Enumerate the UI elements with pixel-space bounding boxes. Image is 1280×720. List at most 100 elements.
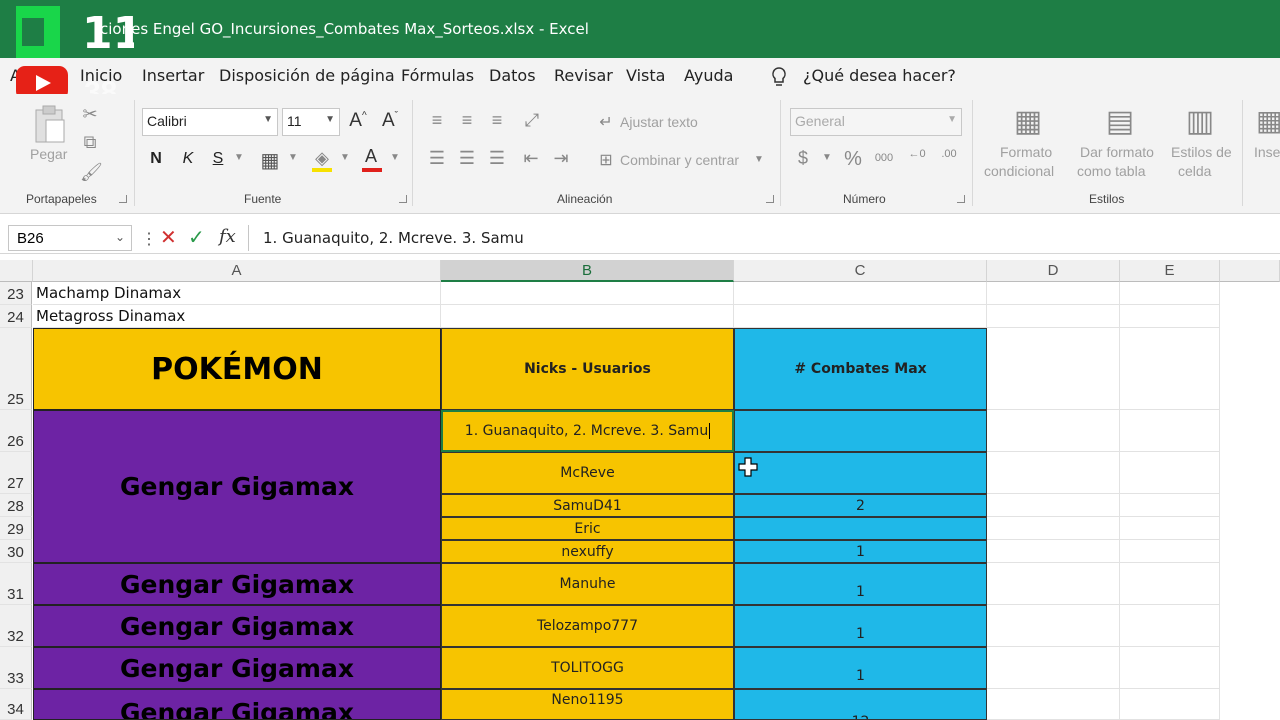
chevron-down-icon[interactable]: ▼ [286,152,300,163]
cell-c29[interactable] [734,517,987,540]
column-header-c[interactable]: C [734,260,987,282]
align-left-icon[interactable]: ☰ [426,148,448,169]
cell-e24[interactable] [1120,305,1220,328]
row-header-28[interactable]: 28 [0,494,32,517]
row-header-26[interactable]: 26 [0,410,32,452]
chevron-down-icon[interactable]: ▼ [820,152,834,163]
shrink-font-icon[interactable]: Aˇ [378,110,402,132]
thousands-button[interactable]: 000 [870,152,898,164]
cell-c27[interactable] [734,452,987,494]
cell-e31[interactable] [1120,563,1220,605]
cell-styles-label-2[interactable]: celda [1178,163,1211,179]
cell-b29[interactable]: Eric [441,517,734,540]
font-size-dropdown[interactable]: 11 ▼ [282,108,340,136]
merge-center-icon[interactable]: ⊞ [596,150,616,170]
cell-d26[interactable] [987,410,1120,452]
header-nicks[interactable]: Nicks - Usuarios [441,328,734,410]
cell-b26-active[interactable]: 1. Guanaquito, 2. Mcreve. 3. Samu [441,410,734,452]
more-options-icon[interactable]: ⋮ [141,229,157,249]
cell-b34[interactable]: Neno1195 [441,689,734,720]
confirm-entry-icon[interactable]: ✓ [188,225,205,250]
align-center-icon[interactable]: ☰ [456,148,478,169]
font-name-dropdown[interactable]: Calibri ▼ [142,108,278,136]
row-header-25[interactable]: 25 [0,328,32,410]
cell-c28[interactable]: 2 [734,494,987,517]
copy-icon[interactable]: ⧉ [80,132,100,153]
cell-d31[interactable] [987,563,1120,605]
row-header-33[interactable]: 33 [0,647,32,689]
cell-b28[interactable]: SamuD41 [441,494,734,517]
borders-icon[interactable]: ▦ [258,148,282,173]
insert-cells-label[interactable]: Inse [1254,144,1280,160]
paste-icon[interactable] [32,104,68,144]
cell-d29[interactable] [987,517,1120,540]
menu-view[interactable]: Vista [626,66,665,85]
conditional-format-label-2[interactable]: condicional [984,163,1054,179]
cell-d34[interactable] [987,689,1120,720]
fill-color-icon[interactable]: ◈ [310,148,334,169]
menu-data[interactable]: Datos [489,66,536,85]
cell-a33[interactable]: Gengar Gigamax [33,647,441,689]
underline-button[interactable]: S [208,150,228,168]
increase-decimal-icon[interactable]: ←0 [904,148,930,160]
tell-me-search[interactable]: ¿Qué desea hacer? [803,66,956,85]
cell-d28[interactable] [987,494,1120,517]
grow-font-icon[interactable]: A^ [346,110,370,132]
cell-a32[interactable]: Gengar Gigamax [33,605,441,647]
paste-label[interactable]: Pegar [30,146,67,162]
cell-e29[interactable] [1120,517,1220,540]
cell-b30[interactable]: nexuffy [441,540,734,563]
format-painter-icon[interactable]: 🖌 [80,162,103,183]
cell-a34[interactable]: Gengar Gigamax [33,689,441,720]
cell-c26[interactable] [734,410,987,452]
italic-button[interactable]: K [178,150,198,168]
cell-d32[interactable] [987,605,1120,647]
align-top-icon[interactable]: ≡ [426,110,448,131]
header-combates[interactable]: # Combates Max [734,328,987,410]
column-header-d[interactable]: D [987,260,1120,282]
merge-center-button[interactable]: Combinar y centrar [620,152,739,168]
cell-e33[interactable] [1120,647,1220,689]
row-header-34[interactable]: 34 [0,689,32,720]
cell-e30[interactable] [1120,540,1220,563]
name-box[interactable]: B26 ⌄ [8,225,132,251]
font-launcher-icon[interactable] [399,195,407,203]
cell-e32[interactable] [1120,605,1220,647]
cell-b27[interactable]: McReve [441,452,734,494]
cell-e28[interactable] [1120,494,1220,517]
cell-e23[interactable] [1120,282,1220,305]
cell-c32[interactable]: 1 [734,605,987,647]
row-header-31[interactable]: 31 [0,563,32,605]
cell-b24[interactable] [441,305,734,328]
cell-b33[interactable]: TOLITOGG [441,647,734,689]
cell-b23[interactable] [441,282,734,305]
currency-button[interactable]: $ [794,148,812,169]
cell-e25[interactable] [1120,328,1220,410]
column-header-a[interactable]: A [33,260,441,282]
percent-button[interactable]: % [840,148,866,171]
formula-input[interactable]: 1. Guanaquito, 2. Mcreve. 3. Samu [248,225,1280,251]
bold-button[interactable]: N [146,150,166,168]
wrap-text-icon[interactable]: ↵ [596,112,616,132]
cell-c31[interactable]: 1 [734,563,987,605]
row-header-27[interactable]: 27 [0,452,32,494]
align-middle-icon[interactable]: ≡ [456,110,478,131]
cell-c24[interactable] [734,305,987,328]
chevron-down-icon[interactable]: ▼ [388,152,402,163]
column-header-f[interactable] [1220,260,1280,282]
clipboard-launcher-icon[interactable] [119,195,127,203]
cell-c33[interactable]: 1 [734,647,987,689]
cell-d30[interactable] [987,540,1120,563]
cell-c34[interactable]: 12 [734,689,987,720]
row-header-29[interactable]: 29 [0,517,32,540]
alignment-launcher-icon[interactable] [766,195,774,203]
decrease-indent-icon[interactable]: ⇤ [520,148,542,169]
increase-indent-icon[interactable]: ⇥ [550,148,572,169]
cell-a24[interactable]: Metagross Dinamax [33,305,441,328]
menu-review[interactable]: Revisar [554,66,613,85]
wrap-text-button[interactable]: Ajustar texto [620,114,698,130]
cell-e34[interactable] [1120,689,1220,720]
cell-a23[interactable]: Machamp Dinamax [33,282,441,305]
cell-d27[interactable] [987,452,1120,494]
cell-c30[interactable]: 1 [734,540,987,563]
